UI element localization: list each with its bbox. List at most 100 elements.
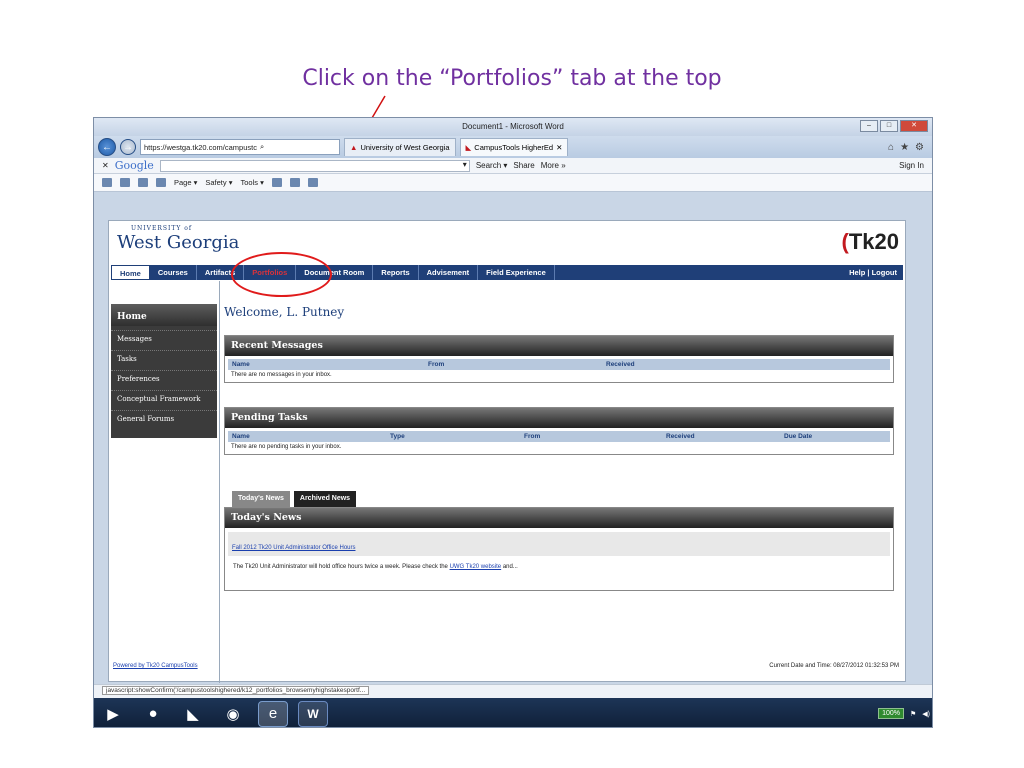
window-title: Document1 - Microsoft Word xyxy=(462,122,564,131)
sidebar-item-general-forums[interactable]: General Forums xyxy=(111,410,217,430)
main-nav: Home Courses Artifacts Portfolios Docume… xyxy=(111,265,903,280)
sidebar-item-preferences[interactable]: Preferences xyxy=(111,370,217,390)
sidebar-item-tasks[interactable]: Tasks xyxy=(111,350,217,370)
address-bar[interactable]: https://westga.tk20.com/campustc ⌕ xyxy=(140,139,340,155)
firefox-icon[interactable]: ● xyxy=(138,701,168,727)
column-header[interactable]: Received xyxy=(662,431,780,442)
tab-icon: ◣ xyxy=(465,143,472,152)
recent-messages-panel: Recent Messages Name From Received There… xyxy=(224,335,894,383)
tab-archived-news[interactable]: Archived News xyxy=(293,491,357,507)
uwg-logo-small: UNIVERSITY of xyxy=(131,225,193,232)
nav-field-experience[interactable]: Field Experience xyxy=(478,265,555,280)
tk20-taskbar-icon[interactable]: ◣ xyxy=(178,701,208,727)
column-header[interactable]: Type xyxy=(386,431,520,442)
tab-todays-news[interactable]: Today's News xyxy=(232,491,290,507)
news-headline-box: Fall 2012 Tk20 Unit Administrator Office… xyxy=(228,532,890,556)
maximize-button[interactable]: □ xyxy=(880,120,898,132)
column-header[interactable]: From xyxy=(424,359,602,370)
news-headline-link[interactable]: Fall 2012 Tk20 Unit Administrator Office… xyxy=(232,545,356,551)
gear-icon[interactable]: ⚙ xyxy=(915,142,924,153)
google-share-button[interactable]: Share xyxy=(513,161,534,170)
address-text: https://westga.tk20.com/campustc xyxy=(144,142,257,152)
tab-label: University of West Georgia xyxy=(360,143,450,152)
minimize-button[interactable]: – xyxy=(860,120,878,132)
home-page-icon[interactable] xyxy=(102,178,112,187)
volume-icon[interactable]: ◀) xyxy=(922,710,930,718)
current-datetime: Current Date and Time: 08/27/2012 01:32:… xyxy=(769,663,899,669)
site-header: UNIVERSITY of West Georgia (Tk20 xyxy=(109,221,905,265)
window-titlebar: Document1 - Microsoft Word – □ ✕ xyxy=(94,118,932,136)
mail-icon[interactable] xyxy=(138,178,148,187)
column-header[interactable]: Name xyxy=(228,431,386,442)
panel-title: Recent Messages xyxy=(225,336,893,356)
sign-in-link[interactable]: Sign In xyxy=(899,161,924,170)
status-text: javascript:showConfirm('/campustoolshigh… xyxy=(102,686,370,695)
onenote-icon[interactable] xyxy=(307,178,318,187)
nav-advisement[interactable]: Advisement xyxy=(419,265,479,280)
column-header[interactable]: Due Date xyxy=(780,431,812,442)
google-logo: Google xyxy=(114,159,154,172)
todays-news-panel: Today's News Fall 2012 Tk20 Unit Adminis… xyxy=(224,507,894,591)
tasks-table-header: Name Type From Received Due Date xyxy=(228,431,890,442)
tk20-logo-text: Tk20 xyxy=(848,229,899,254)
nav-home[interactable]: Home xyxy=(111,265,150,280)
messages-empty-text: There are no messages in your inbox. xyxy=(231,372,332,378)
google-more-button[interactable]: More » xyxy=(541,161,566,170)
pending-tasks-panel: Pending Tasks Name Type From Received Du… xyxy=(224,407,894,455)
help-logout-links[interactable]: Help | Logout xyxy=(849,268,903,277)
main-content: Welcome, L. Putney Recent Messages Name … xyxy=(219,281,899,683)
forward-button[interactable]: → xyxy=(120,139,136,155)
addon-icon[interactable] xyxy=(289,178,300,187)
feeds-icon[interactable] xyxy=(120,178,130,187)
sidebar-item-messages[interactable]: Messages xyxy=(111,330,217,350)
sidebar-title: Home xyxy=(111,304,217,326)
help-icon[interactable] xyxy=(271,178,282,187)
back-button[interactable]: ← xyxy=(98,138,116,156)
close-toolbar-icon[interactable]: ✕ xyxy=(102,161,109,170)
word-icon[interactable]: W xyxy=(298,700,328,727)
google-search-button[interactable]: Search ▾ xyxy=(476,161,508,170)
sidebar: Home Messages Tasks Preferences Conceptu… xyxy=(111,304,217,438)
news-tabs: Today's News Archived News xyxy=(232,491,357,507)
sidebar-item-conceptual-framework[interactable]: Conceptual Framework xyxy=(111,390,217,410)
taskbar: ▶ ● ◣ ◉ e W 100% ⚑ ◀) xyxy=(94,698,932,727)
uwg-logo: UNIVERSITY of West Georgia xyxy=(117,225,239,253)
close-button[interactable]: ✕ xyxy=(900,120,928,132)
browser-toolbar: ← → https://westga.tk20.com/campustc ⌕ ▲… xyxy=(94,136,932,158)
media-player-icon[interactable]: ▶ xyxy=(98,701,128,727)
uwg-tk20-website-link[interactable]: UWG Tk20 website xyxy=(450,564,502,570)
welcome-heading: Welcome, L. Putney xyxy=(224,305,345,319)
search-icon: ⌕ xyxy=(259,142,265,151)
favorites-icon[interactable]: ★ xyxy=(900,142,909,153)
status-bar: javascript:showConfirm('/campustoolshigh… xyxy=(94,684,932,698)
column-header[interactable]: From xyxy=(520,431,662,442)
powered-by-link[interactable]: Powered by Tk20 CampusTools xyxy=(113,663,198,669)
google-search-input[interactable] xyxy=(159,159,470,172)
flag-icon[interactable]: ⚑ xyxy=(910,710,916,718)
tools-menu[interactable]: Tools ▾ xyxy=(241,178,264,187)
news-body-text-end: and... xyxy=(502,564,518,570)
tab-uwg[interactable]: ▲ University of West Georgia xyxy=(344,138,456,156)
tab-icon: ▲ xyxy=(350,143,358,152)
column-header[interactable]: Name xyxy=(228,359,424,370)
panel-title: Today's News xyxy=(225,508,893,528)
safety-menu[interactable]: Safety ▾ xyxy=(205,178,232,187)
column-header[interactable]: Received xyxy=(602,359,635,370)
page-menu[interactable]: Page ▾ xyxy=(174,178,197,187)
tab-campustools[interactable]: ◣ CampusTools HigherEd ✕ xyxy=(459,138,569,156)
news-body: The Tk20 Unit Administrator will hold of… xyxy=(225,560,893,574)
battery-indicator[interactable]: 100% xyxy=(878,708,904,719)
tasks-empty-text: There are no pending tasks in your inbox… xyxy=(231,444,342,450)
tab-close-icon[interactable]: ✕ xyxy=(556,143,562,152)
print-icon[interactable] xyxy=(156,178,166,187)
google-toolbar: ✕ Google Search ▾ Share More » Sign In xyxy=(94,158,932,174)
nav-reports[interactable]: Reports xyxy=(373,265,419,280)
thunderbird-icon[interactable]: ◉ xyxy=(218,701,248,727)
uwg-logo-big: West Georgia xyxy=(117,232,240,253)
internet-explorer-icon[interactable]: e xyxy=(258,700,288,727)
tk20-logo: (Tk20 xyxy=(841,229,899,254)
command-bar: Page ▾ Safety ▾ Tools ▾ xyxy=(94,174,932,192)
home-icon[interactable]: ⌂ xyxy=(888,142,894,153)
nav-courses[interactable]: Courses xyxy=(150,265,197,280)
highlight-circle xyxy=(231,252,332,297)
